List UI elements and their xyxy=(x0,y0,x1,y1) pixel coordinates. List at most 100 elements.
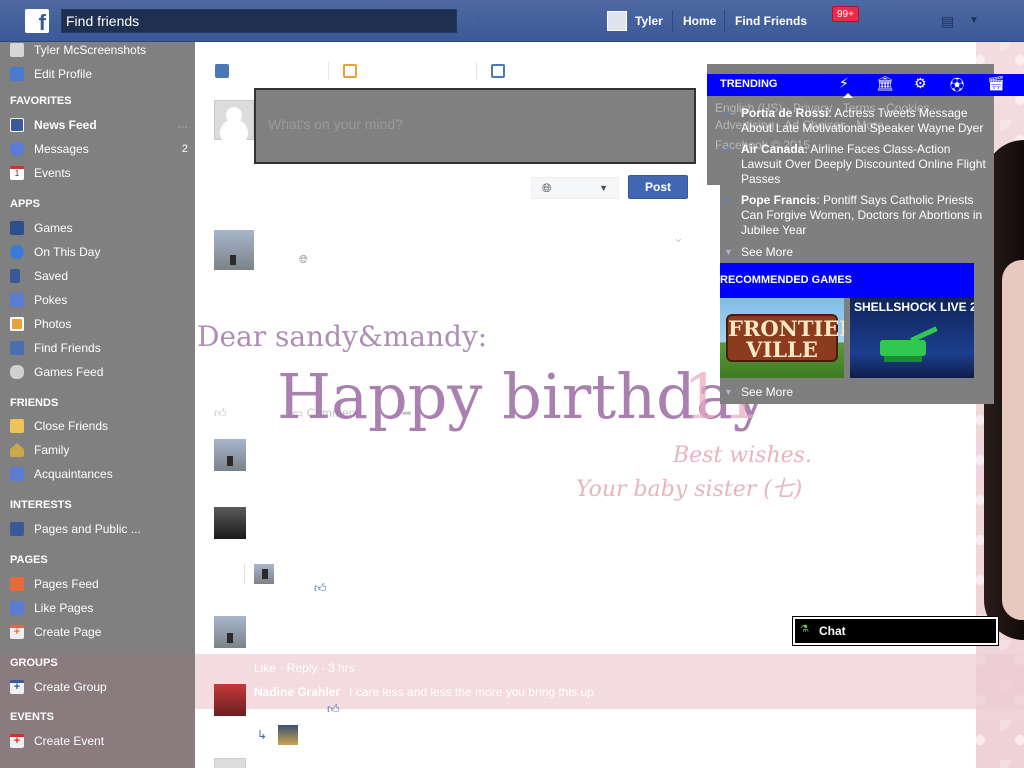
trending-item[interactable]: Portia de Rossi: Actress Tweets Message … xyxy=(741,106,993,136)
avatar[interactable] xyxy=(214,439,246,471)
notification-badge[interactable]: 99+ xyxy=(832,6,859,22)
sidebar-item-label: News Feed xyxy=(34,118,97,132)
chat-label: Chat xyxy=(819,624,846,638)
news-feed-icon xyxy=(10,118,24,132)
search-input[interactable]: Find friends xyxy=(61,9,457,33)
game-controller-icon xyxy=(10,365,24,379)
update-status-tab-pencil-icon[interactable] xyxy=(215,64,229,78)
trending-topic-name: Pope Francis xyxy=(741,193,817,207)
sidebar-item-on-this-day[interactable]: On This Day xyxy=(10,243,190,261)
sidebar-item-messages[interactable]: Messages 2 xyxy=(10,140,190,158)
add-photos-tab-photo-icon[interactable] xyxy=(343,64,357,78)
globe-icon: 🌐︎ xyxy=(299,254,308,266)
chat-bar[interactable]: ⚗ Chat xyxy=(792,616,999,646)
story-options-chevron-down-icon[interactable]: ⌄ xyxy=(673,230,684,246)
entertainment-tab-icon[interactable]: 🎬︎ xyxy=(987,75,1005,92)
game-tile-shellshock-live-2[interactable]: SHELLSHOCK LIVE 2 xyxy=(850,298,974,378)
sidebar-item-create-event[interactable]: + Create Event xyxy=(10,732,190,750)
trending-item[interactable]: Air Canada: Airline Faces Class-Action L… xyxy=(741,142,993,187)
sidebar-item-like-pages[interactable]: Like Pages xyxy=(10,599,190,617)
create-group-icon: + xyxy=(10,680,24,694)
chat-online-icon: ⚗ xyxy=(800,624,809,635)
trending-arrow-icon: ↗ xyxy=(721,144,731,156)
search-icon[interactable]: ⌕ xyxy=(471,12,489,30)
poke-hand-icon xyxy=(10,293,24,307)
privacy-shortcuts-icon[interactable]: ▤ xyxy=(941,13,954,30)
sidebar-item-label: Edit Profile xyxy=(34,67,93,81)
section-heading: PAGES xyxy=(10,554,48,566)
create-album-tab-album-icon[interactable] xyxy=(491,64,505,78)
more-options-icon[interactable]: … xyxy=(177,119,188,131)
account-menu-chevron-down-icon[interactable]: ▼ xyxy=(969,15,979,26)
sidebar-item-games[interactable]: Games xyxy=(10,219,190,237)
sidebar-item-label: Pokes xyxy=(34,293,68,307)
thumbs-up-icon xyxy=(10,601,24,615)
facebook-logo-icon[interactable]: f xyxy=(25,9,49,33)
profile-link[interactable]: Tyler xyxy=(607,10,663,32)
post-button[interactable]: Post xyxy=(628,175,688,199)
comment-text: I care less and less the more you bring … xyxy=(349,685,594,699)
sidebar-item-find-friends[interactable]: Find Friends xyxy=(10,339,190,357)
avatar xyxy=(10,43,24,57)
trending-item[interactable]: Pope Francis: Pontiff Says Catholic Prie… xyxy=(741,193,993,238)
science-tech-tab-icon[interactable]: ⚙ xyxy=(914,75,927,92)
trending-header: TRENDING xyxy=(707,74,1024,96)
reply-arrow-icon[interactable]: ↳ xyxy=(257,728,267,742)
games-icon xyxy=(10,221,24,235)
sidebar-item-close-friends[interactable]: Close Friends xyxy=(10,417,190,435)
commenter-name[interactable]: Nadine Grahler xyxy=(254,685,340,699)
audience-selector[interactable]: 🌐︎ ▼ xyxy=(531,177,619,199)
sidebar-item-label: Tyler McScreenshots xyxy=(34,43,147,57)
create-event-icon: + xyxy=(10,734,24,748)
avatar[interactable] xyxy=(214,758,246,768)
trending-topic-name: Portia de Rossi xyxy=(741,106,829,120)
cover-photo-face xyxy=(1002,260,1024,620)
like-count-thumbs-up-icon[interactable]: 👍︎ xyxy=(314,581,327,596)
overlay-greeting: Dear sandy&mandy: xyxy=(197,320,488,353)
sidebar-item-photos[interactable]: Photos xyxy=(10,315,190,333)
sidebar-item-news-feed[interactable]: News Feed … xyxy=(10,116,190,134)
sidebar-item-family[interactable]: Family xyxy=(10,441,190,459)
sidebar-item-pages-feed[interactable]: Pages Feed xyxy=(10,575,190,593)
calendar-icon: 1 xyxy=(10,166,24,180)
sports-tab-icon[interactable]: ⚽︎ xyxy=(950,75,964,95)
sidebar-item-profile[interactable]: Tyler McScreenshots xyxy=(10,41,190,59)
sidebar-item-label: Create Page xyxy=(34,625,102,639)
avatar[interactable] xyxy=(214,616,246,648)
sidebar-item-create-page[interactable]: + Create Page xyxy=(10,623,190,641)
like-thumbs-up-icon[interactable]: 👍︎ xyxy=(214,406,227,421)
avatar[interactable] xyxy=(214,507,246,539)
sidebar-item-events[interactable]: 1 Events xyxy=(10,164,190,182)
avatar[interactable] xyxy=(214,230,254,270)
find-friends-link[interactable]: Find Friends xyxy=(735,14,807,28)
sidebar-item-acquaintances[interactable]: Acquaintances xyxy=(10,465,190,483)
sidebar-item-games-feed[interactable]: Games Feed xyxy=(10,363,190,381)
avatar[interactable] xyxy=(278,725,298,745)
divider xyxy=(328,62,329,80)
sidebar-item-saved[interactable]: Saved xyxy=(10,267,190,285)
pencil-icon xyxy=(10,67,24,81)
trending-top-tab-icon[interactable]: ⚡ xyxy=(839,75,849,92)
star-friends-icon xyxy=(10,419,24,433)
sidebar-item-pages-and-public[interactable]: Pages and Public ... xyxy=(10,520,190,538)
sidebar-item-label: Games xyxy=(34,221,73,235)
avatar[interactable] xyxy=(214,684,246,716)
game-tile-frontierville[interactable]: FRONTIER VILLE xyxy=(720,298,844,378)
divider xyxy=(476,62,477,80)
sidebar-item-label: Photos xyxy=(34,317,72,331)
avatar[interactable] xyxy=(254,564,274,584)
games-see-more-link[interactable]: See More xyxy=(741,385,793,399)
section-heading: EVENTS xyxy=(10,711,55,723)
status-composer-input[interactable]: What's on your mind? xyxy=(254,88,696,164)
comment-meta[interactable]: Like · Reply · 3 hrs xyxy=(254,661,355,675)
like-count-thumbs-up-icon[interactable]: 👍︎ xyxy=(327,702,340,717)
trending-arrow-icon: ↗ xyxy=(721,109,731,121)
sidebar-item-edit-profile[interactable]: Edit Profile xyxy=(10,65,190,83)
section-heading: INTERESTS xyxy=(10,499,72,511)
politics-tab-icon[interactable]: 🏛︎ xyxy=(876,75,894,92)
sidebar-item-pokes[interactable]: Pokes xyxy=(10,291,190,309)
trending-see-more-link[interactable]: See More xyxy=(741,245,793,259)
home-link[interactable]: Home xyxy=(683,14,716,28)
sidebar-item-create-group[interactable]: + Create Group xyxy=(10,678,190,696)
find-friends-icon xyxy=(10,341,24,355)
